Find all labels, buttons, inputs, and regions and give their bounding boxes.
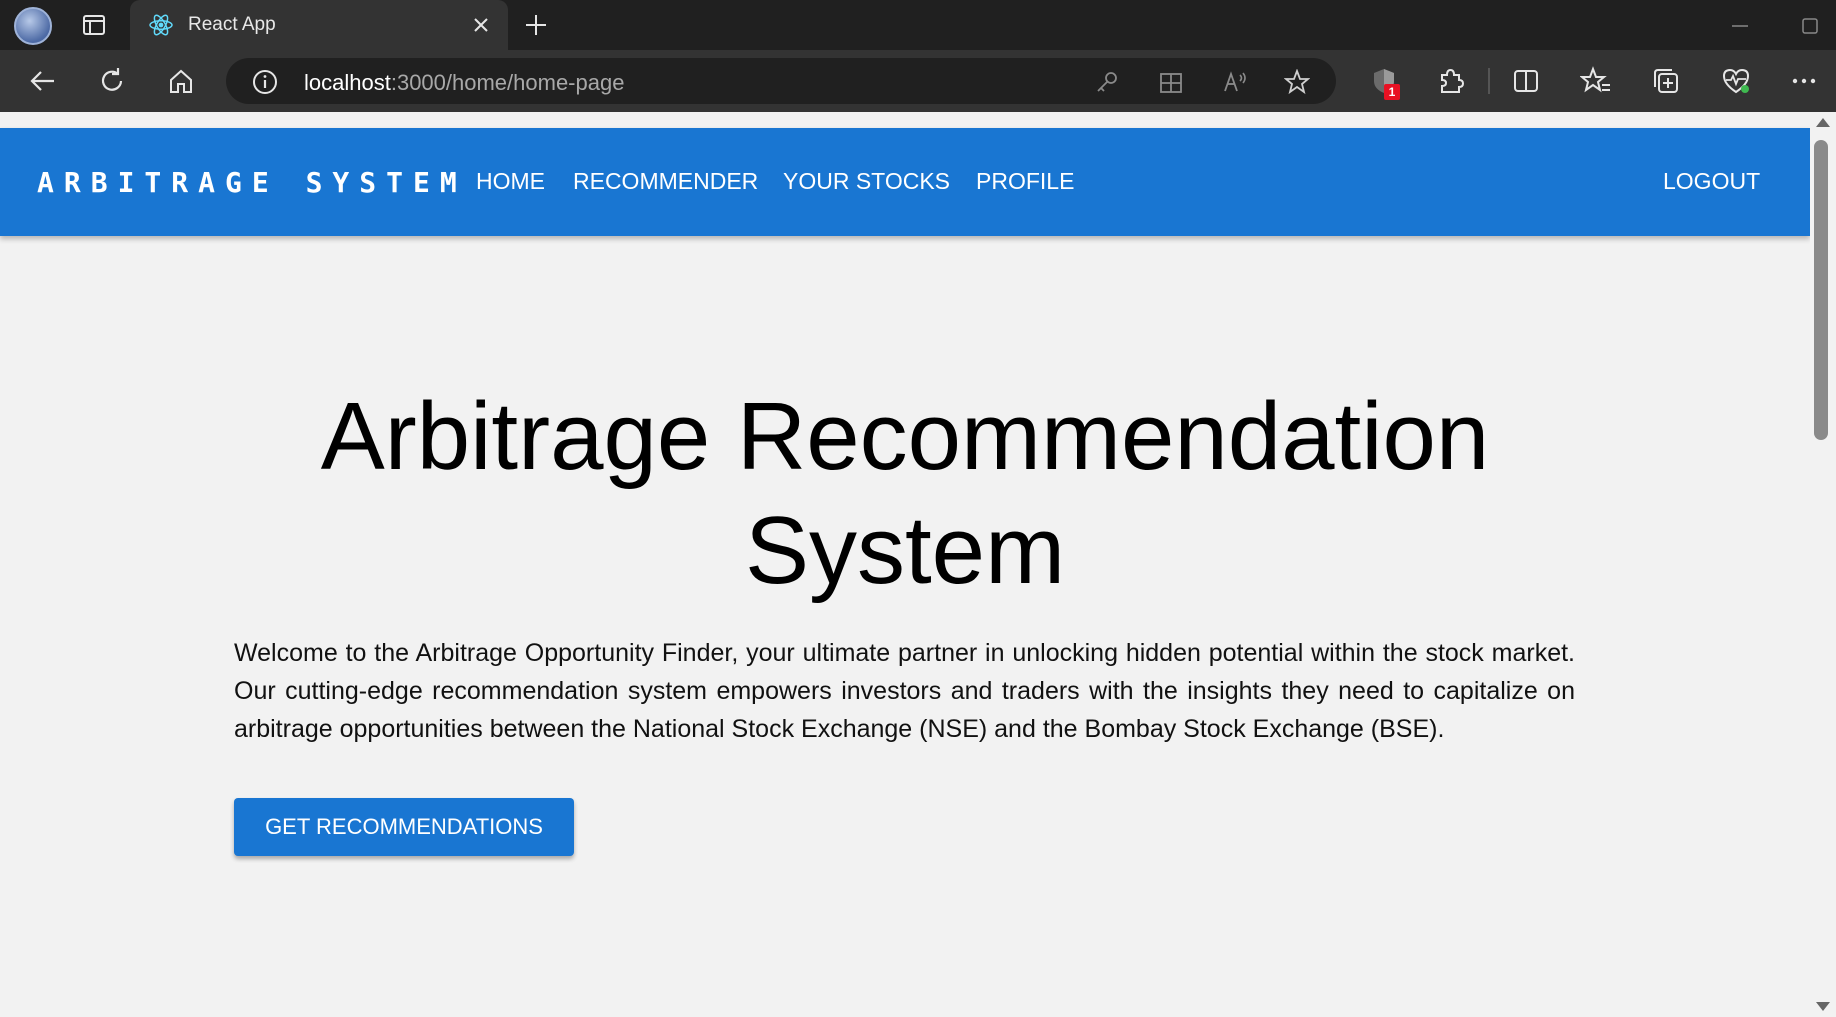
collections-icon[interactable] xyxy=(1650,65,1682,97)
split-screen-icon[interactable] xyxy=(1510,65,1542,97)
tab-title: React App xyxy=(188,14,276,35)
minimize-icon[interactable] xyxy=(1728,14,1752,38)
nav-recommender[interactable]: RECOMMENDER xyxy=(573,168,758,195)
brand-logo[interactable]: ARBITRAGE SYSTEM xyxy=(37,166,467,199)
toolbar-divider xyxy=(1488,68,1490,94)
nav-your-stocks[interactable]: YOUR STOCKS xyxy=(783,168,950,195)
page-viewport: ARBITRAGE SYSTEM HOME RECOMMENDER YOUR S… xyxy=(0,112,1810,1017)
star-icon[interactable] xyxy=(1284,69,1310,95)
notification-badge: 1 xyxy=(1384,84,1400,100)
scroll-up-arrow-icon[interactable] xyxy=(1816,118,1830,127)
close-icon[interactable] xyxy=(468,12,494,38)
maximize-icon[interactable] xyxy=(1798,14,1822,38)
scrollbar-thumb[interactable] xyxy=(1814,140,1828,440)
favorites-icon[interactable] xyxy=(1580,65,1612,97)
app-grid-icon[interactable] xyxy=(1158,69,1184,95)
page-title-line1: Arbitrage Recommendation xyxy=(320,383,1490,490)
page-title: Arbitrage Recommendation System xyxy=(0,380,1810,608)
heart-pulse-icon[interactable] xyxy=(1720,65,1752,97)
profile-avatar[interactable] xyxy=(14,7,52,45)
address-bar[interactable]: localhost:3000/home/home-page xyxy=(226,58,1336,104)
plus-icon[interactable] xyxy=(522,11,550,39)
key-icon[interactable] xyxy=(1094,69,1120,95)
url-host: localhost xyxy=(304,70,391,95)
intro-paragraph: Welcome to the Arbitrage Opportunity Fin… xyxy=(234,639,1575,743)
browser-toolbar: localhost:3000/home/home-page xyxy=(0,50,1836,112)
page-title-line2: System xyxy=(744,497,1066,604)
info-icon[interactable] xyxy=(252,69,278,95)
refresh-icon[interactable] xyxy=(96,65,128,97)
extensions-icon[interactable] xyxy=(1434,65,1466,97)
home-icon[interactable] xyxy=(165,65,197,97)
url-path: :3000/home/home-page xyxy=(390,70,625,95)
scroll-down-arrow-icon[interactable] xyxy=(1816,1002,1830,1011)
logout-button[interactable]: LOGOUT xyxy=(1663,168,1760,195)
react-logo-icon xyxy=(149,14,173,36)
nav-profile[interactable]: PROFILE xyxy=(976,168,1074,195)
url-text[interactable]: localhost:3000/home/home-page xyxy=(304,70,624,96)
get-recommendations-button[interactable]: GET RECOMMENDATIONS xyxy=(234,798,574,856)
tab-actions-icon[interactable] xyxy=(80,11,108,39)
more-icon[interactable] xyxy=(1788,65,1820,97)
app-navbar: ARBITRAGE SYSTEM HOME RECOMMENDER YOUR S… xyxy=(0,128,1810,236)
browser-tab-bar: React App xyxy=(0,0,1836,50)
read-aloud-icon[interactable] xyxy=(1222,69,1248,95)
page-scrollbar[interactable] xyxy=(1810,112,1836,1017)
tab-react-app[interactable]: React App xyxy=(130,0,508,50)
nav-home[interactable]: HOME xyxy=(476,168,545,195)
back-arrow-icon[interactable] xyxy=(27,65,59,97)
